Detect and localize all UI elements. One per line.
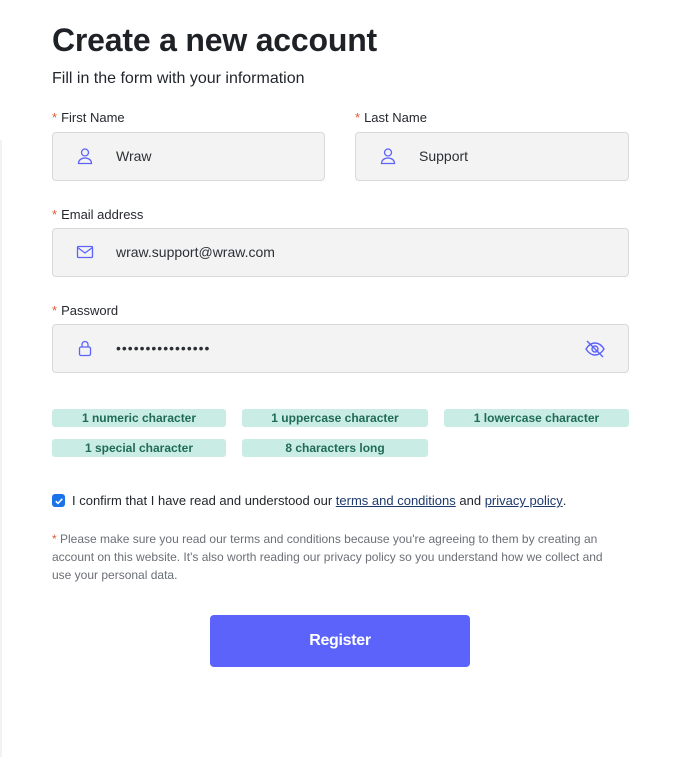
consent-end: . — [562, 493, 567, 508]
eye-off-icon[interactable] — [584, 338, 606, 360]
check-icon — [54, 497, 63, 505]
consent-and: and — [459, 493, 482, 508]
last-name-label: * Last Name — [355, 110, 427, 125]
consent-text: I confirm that I have read and understoo… — [72, 493, 333, 508]
page-subtitle: Fill in the form with your information — [52, 70, 305, 87]
password-label: * Password — [52, 303, 119, 318]
required-mark: * — [52, 532, 57, 546]
terms-link[interactable]: terms and conditions — [336, 493, 456, 508]
first-name-value: Wraw — [116, 148, 152, 164]
lock-icon — [78, 340, 92, 357]
terms-note: * Please make sure you read our terms an… — [52, 530, 622, 584]
email-field[interactable]: wraw.support@wraw.com — [52, 228, 629, 277]
rule-chip-special: 1 special character — [52, 439, 226, 457]
last-name-value: Support — [419, 148, 469, 164]
password-value: •••••••••••••••• — [116, 340, 211, 356]
email-value: wraw.support@wraw.com — [116, 244, 275, 260]
email-label: * Email address — [52, 207, 144, 222]
first-name-label: * First Name — [52, 110, 125, 125]
user-icon — [77, 148, 93, 165]
last-name-field[interactable]: Support — [355, 132, 629, 181]
consent-checkbox[interactable] — [52, 494, 65, 507]
consent-row: I confirm that I have read and understoo… — [52, 493, 566, 508]
mail-icon — [76, 245, 94, 259]
required-mark: * — [52, 207, 58, 222]
rule-chip-lowercase: 1 lowercase character — [444, 409, 629, 427]
privacy-link[interactable]: privacy policy — [485, 493, 563, 508]
terms-note-text: Please make sure you read our terms and … — [52, 532, 603, 582]
register-button[interactable]: Register — [210, 615, 470, 667]
required-mark: * — [52, 110, 58, 125]
first-name-field[interactable]: Wraw — [52, 132, 325, 181]
left-border — [0, 140, 2, 757]
rule-chip-numeric: 1 numeric character — [52, 409, 226, 427]
user-icon — [380, 148, 396, 165]
rule-chip-uppercase: 1 uppercase character — [242, 409, 428, 427]
required-mark: * — [52, 303, 58, 318]
required-mark: * — [355, 110, 361, 125]
page-title: Create a new account — [52, 22, 378, 58]
password-field[interactable]: •••••••••••••••• — [52, 324, 629, 373]
rule-chip-length: 8 characters long — [242, 439, 428, 457]
